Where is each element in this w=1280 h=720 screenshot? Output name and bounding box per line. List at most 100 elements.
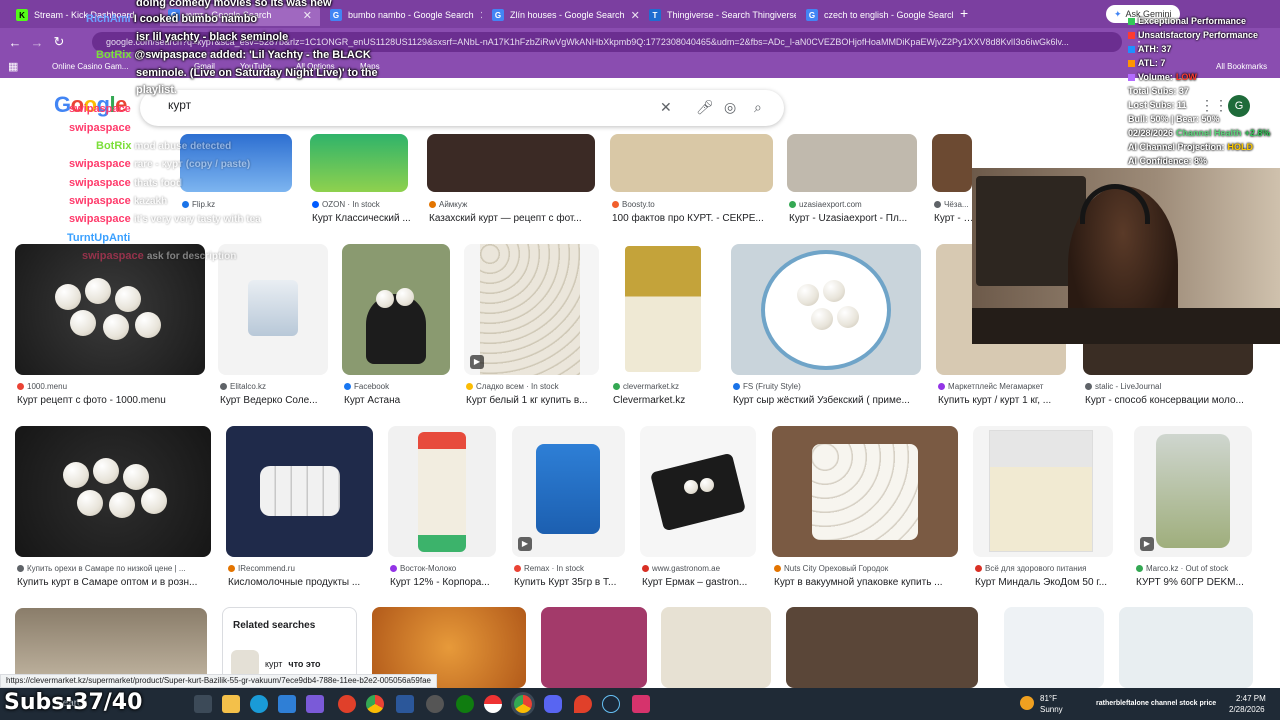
clear-icon[interactable]: ✕	[660, 99, 672, 116]
result-thumbnail[interactable]	[1119, 607, 1253, 688]
result-thumbnail[interactable]	[226, 426, 373, 557]
image-result[interactable]: uzasiaexport.com Курт - Uzasiaexport - П…	[787, 134, 919, 230]
back-icon[interactable]: ←	[4, 35, 26, 50]
result-thumbnail[interactable]	[973, 426, 1113, 557]
voice-search-icon[interactable]: 🎤︎	[696, 99, 714, 116]
result-thumbnail[interactable]: ▶	[464, 244, 599, 375]
image-result[interactable]: www.gastronom.ae Курт Ермак – gastron...	[640, 426, 758, 591]
bookmark-youtube[interactable]: YouTube	[240, 62, 271, 71]
result-thumbnail[interactable]	[541, 607, 647, 688]
maps-pin-icon[interactable]	[574, 695, 592, 713]
tab-zlin-search[interactable]: G Zlín houses - Google Search ✕	[484, 4, 639, 26]
result-thumbnail[interactable]	[661, 607, 771, 688]
forward-icon[interactable]: →	[26, 35, 48, 50]
result-thumbnail[interactable]	[787, 134, 917, 192]
bookmark-maps[interactable]: Maps	[360, 62, 380, 71]
image-result[interactable]: 1000.menu Курт рецепт с фото - 1000.menu	[15, 244, 205, 409]
result-thumbnail[interactable]	[611, 244, 716, 375]
clock-date[interactable]: 2/28/2026	[1229, 705, 1265, 714]
result-thumbnail[interactable]	[640, 426, 756, 557]
url-field[interactable]: google.com/search?q=курт&sca_esv=5287b&r…	[92, 32, 1122, 52]
result-thumbnail[interactable]	[342, 244, 450, 375]
result-source: Маркетплейс Мегамаркет	[948, 382, 1044, 391]
bookmark-all-options[interactable]: All Options	[296, 62, 335, 71]
result-thumbnail[interactable]: ▶	[1134, 426, 1252, 557]
clock-time[interactable]: 2:47 PM	[1236, 694, 1266, 703]
result-thumbnail[interactable]	[180, 134, 292, 192]
image-result[interactable]: Всё для здорового питания Курт Миндаль Э…	[973, 426, 1113, 591]
steam-icon[interactable]	[602, 695, 620, 713]
bookmark-casino[interactable]: Online Casino Gam...	[52, 62, 128, 71]
result-thumbnail[interactable]	[786, 607, 978, 688]
reload-icon[interactable]: ↻	[48, 34, 70, 50]
xbox-icon[interactable]	[456, 695, 474, 713]
folder-icon[interactable]	[222, 695, 240, 713]
image-result[interactable]: Facebook Курт Астана	[342, 244, 450, 409]
webcam-overlay	[972, 168, 1280, 344]
lens-icon[interactable]: ◎	[724, 99, 736, 116]
image-result[interactable]: ▶ Remax · In stock Купить Курт 35гр в Т.…	[512, 426, 627, 591]
bookmark-gmail[interactable]: Gmail	[194, 62, 215, 71]
image-result[interactable]: Купить орехи в Самаре по низкой цене | .…	[15, 426, 212, 591]
result-thumbnail[interactable]	[1004, 607, 1104, 688]
result-thumbnail[interactable]	[610, 134, 773, 192]
app-icon[interactable]	[306, 695, 324, 713]
result-thumbnail[interactable]: ▶	[512, 426, 625, 557]
store-icon[interactable]	[278, 695, 296, 713]
discord-icon[interactable]	[544, 695, 562, 713]
result-thumbnail[interactable]	[427, 134, 595, 192]
gemini-icon: ✦	[1114, 8, 1122, 19]
image-result[interactable]: FS (Fruity Style) Курт сыр жёсткий Узбек…	[731, 244, 921, 409]
result-thumbnail[interactable]	[218, 244, 328, 375]
tab-thingiverse[interactable]: T Thingiverse - Search Thingiverse ✕	[641, 4, 796, 26]
file-explorer-icon[interactable]	[194, 695, 212, 713]
image-result[interactable]: Flip.kz	[180, 134, 292, 230]
app-s-icon[interactable]	[632, 695, 650, 713]
acrobat-icon[interactable]	[338, 695, 356, 713]
search-input[interactable]	[168, 98, 568, 112]
image-result[interactable]: Nuts City Ореховый Городок Курт в вакуум…	[772, 426, 959, 591]
close-icon[interactable]: ✕	[631, 9, 639, 22]
result-title: Курт Миндаль ЭкоДом 50 г...	[975, 577, 1108, 588]
image-result[interactable]: ▶ Сладко всем · In stock Курт белый 1 кг…	[464, 244, 599, 409]
weather-temperature[interactable]: 81°F	[1040, 694, 1057, 703]
image-result[interactable]: OZON · In stock Курт Классический ...	[310, 134, 411, 230]
result-thumbnail[interactable]	[15, 426, 211, 557]
result-thumbnail[interactable]	[388, 426, 496, 557]
video-icon: ▶	[1140, 537, 1154, 551]
apps-grid-icon[interactable]: ▦	[8, 60, 18, 73]
close-icon[interactable]: ✕	[480, 9, 482, 22]
weather-condition[interactable]: Sunny	[1040, 705, 1063, 714]
tab-kurt-search[interactable]: G курт - Google Search ✕	[160, 4, 320, 26]
result-title: Курт Ведерко Соле...	[220, 395, 318, 406]
result-thumbnail[interactable]	[15, 244, 205, 375]
tab-bumbo-search[interactable]: G bumbo nambo - Google Search ✕	[322, 4, 482, 26]
result-thumbnail[interactable]	[772, 426, 958, 557]
image-result[interactable]: Восток-Молоко Курт 12% - Корпора...	[388, 426, 498, 591]
result-thumbnail[interactable]	[731, 244, 921, 375]
chrome-active-icon[interactable]	[514, 695, 532, 713]
close-icon[interactable]: ✕	[303, 9, 312, 22]
tab-strip: K Stream - Kick Dashboard G курт - Googl…	[0, 0, 1280, 28]
result-thumbnail[interactable]	[932, 134, 972, 192]
search-icon[interactable]: ⌕	[754, 99, 762, 116]
image-result[interactable]: ▶ Marco.kz · Out of stock КУРТ 9% 60ГР D…	[1134, 426, 1254, 591]
chrome-icon[interactable]	[366, 695, 384, 713]
new-tab-button[interactable]: +	[960, 5, 968, 21]
legend-swatch	[1128, 59, 1135, 67]
image-result[interactable]: Аймкуж Казахский курт — рецепт с фот...	[427, 134, 597, 230]
pokeball-icon[interactable]	[484, 695, 502, 713]
tab-kick-dashboard[interactable]: K Stream - Kick Dashboard	[8, 4, 158, 26]
app-icon[interactable]	[426, 695, 444, 713]
image-result[interactable]: clevermarket.kz Clevermarket.kz	[611, 244, 716, 409]
image-result[interactable]: Boosty.to 100 фактов про КУРТ. - СЕКРЕ..…	[610, 134, 775, 230]
image-result[interactable]: Elitalco.kz Курт Ведерко Соле...	[218, 244, 328, 409]
google-logo[interactable]: Google	[54, 92, 127, 118]
edge-icon[interactable]	[250, 695, 268, 713]
image-result[interactable]: Чёза... Курт - ч...	[932, 134, 972, 230]
result-thumbnail[interactable]	[310, 134, 408, 192]
word-icon[interactable]	[396, 695, 414, 713]
result-title: 100 фактов про КУРТ. - СЕКРЕ...	[612, 213, 764, 224]
image-result[interactable]: IRecommend.ru Кисломолочные продукты ...	[226, 426, 374, 591]
tab-czech-search[interactable]: G czech to english - Google Search ✕	[798, 4, 953, 26]
